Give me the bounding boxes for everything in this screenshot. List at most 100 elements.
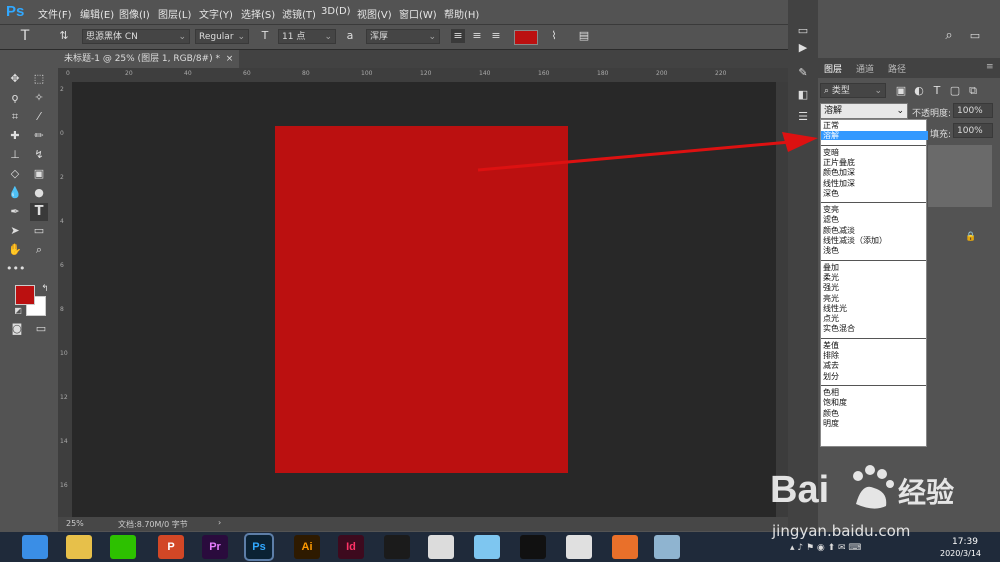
text-color-swatch[interactable] bbox=[514, 30, 538, 45]
swap-colors-icon[interactable]: ↰ bbox=[36, 280, 54, 298]
chrome-icon[interactable] bbox=[566, 535, 592, 559]
menu-type[interactable]: 文字(Y) bbox=[199, 6, 233, 21]
tab-paths[interactable]: 路径 bbox=[888, 62, 906, 75]
video-icon[interactable] bbox=[384, 535, 410, 559]
menu-layer[interactable]: 图层(L) bbox=[158, 6, 191, 21]
blend-option[interactable]: 实色混合 bbox=[823, 324, 855, 333]
healing-brush-icon[interactable]: ✚ bbox=[6, 127, 24, 145]
fox-icon[interactable] bbox=[612, 535, 638, 559]
blend-option[interactable]: 饱和度 bbox=[823, 398, 847, 407]
history-brush-icon[interactable]: ↯ bbox=[30, 146, 48, 164]
photoshop-icon[interactable]: Ps bbox=[244, 533, 274, 561]
foreground-color-swatch[interactable] bbox=[15, 285, 35, 305]
wechat-icon[interactable] bbox=[110, 535, 136, 559]
qq-icon[interactable] bbox=[520, 535, 546, 559]
menu-select[interactable]: 选择(S) bbox=[241, 6, 275, 21]
rectangle-tool-icon[interactable]: ▭ bbox=[30, 222, 48, 240]
lock-icon[interactable]: 🔒 bbox=[962, 228, 980, 246]
type-tool-icon[interactable]: T bbox=[18, 29, 32, 43]
text-orientation-icon[interactable]: ⇅ bbox=[57, 29, 71, 43]
filter-pixel-icon[interactable]: ▣ bbox=[892, 82, 910, 100]
illustrator-icon[interactable]: Ai bbox=[294, 535, 320, 559]
filter-smart-icon[interactable]: ⧉ bbox=[964, 82, 982, 100]
folder-icon[interactable] bbox=[66, 535, 92, 559]
blend-option[interactable]: 颜色 bbox=[823, 409, 839, 418]
type-tool-icon[interactable]: T bbox=[30, 203, 48, 221]
filter-adjust-icon[interactable]: ◐ bbox=[910, 82, 928, 100]
blend-option[interactable]: 亮光 bbox=[823, 294, 839, 303]
zoom-tool-icon[interactable]: ⌕ bbox=[30, 241, 48, 259]
misc-icon[interactable] bbox=[654, 535, 680, 559]
premiere-icon[interactable]: Pr bbox=[202, 535, 228, 559]
panel-menu-icon[interactable]: ≡ bbox=[986, 62, 994, 72]
blend-mode-select[interactable]: 溶解 ⌄ bbox=[820, 103, 908, 119]
gradient-tool-icon[interactable]: ▣ bbox=[30, 165, 48, 183]
opacity-field[interactable]: 100% bbox=[953, 103, 993, 118]
blend-option[interactable]: 色相 bbox=[823, 388, 839, 397]
close-icon[interactable]: × bbox=[226, 54, 234, 64]
blend-option[interactable]: 差值 bbox=[823, 341, 839, 350]
font-size-select[interactable]: 11 点 ⌄ bbox=[278, 29, 336, 44]
menu-image[interactable]: 图像(I) bbox=[119, 6, 150, 21]
align-right-icon[interactable]: ≡ bbox=[489, 29, 503, 43]
menu-view[interactable]: 视图(V) bbox=[357, 6, 392, 21]
blend-option[interactable]: 线性减淡（添加） bbox=[823, 236, 887, 245]
blend-option[interactable]: 强光 bbox=[823, 283, 839, 292]
blend-option[interactable]: 排除 bbox=[823, 351, 839, 360]
stamp-tool-icon[interactable]: ⊥ bbox=[6, 146, 24, 164]
more-tools-icon[interactable]: ••• bbox=[6, 260, 25, 278]
blend-option[interactable]: 减去 bbox=[823, 361, 839, 370]
properties-icon[interactable]: ▭ bbox=[794, 22, 812, 40]
blend-option[interactable]: 柔光 bbox=[823, 273, 839, 282]
play-icon[interactable]: ▶ bbox=[794, 39, 812, 57]
cloud-icon[interactable] bbox=[474, 535, 500, 559]
eraser-tool-icon[interactable]: ◇ bbox=[6, 165, 24, 183]
filter-shape-icon[interactable]: ▢ bbox=[946, 82, 964, 100]
filter-text-icon[interactable]: T bbox=[928, 82, 946, 100]
quick-mask-icon[interactable]: ◙ bbox=[8, 320, 26, 338]
blend-mode-dropdown[interactable]: 正常 溶解 变暗 正片叠底 颜色加深 线性加深 深色 变亮 滤色 颜色减淡 线性减淡（添加） 浅色 叠加… bbox=[820, 119, 928, 447]
crop-tool-icon[interactable]: ⌗ bbox=[6, 108, 24, 126]
font-family-select[interactable]: 思源黑体 CN ⌄ bbox=[82, 29, 190, 44]
adjustments-icon[interactable]: ◧ bbox=[794, 86, 812, 104]
eyedropper-icon[interactable]: ⁄ bbox=[30, 108, 48, 126]
search-icon[interactable]: ⌕ bbox=[940, 27, 958, 45]
app-icon[interactable] bbox=[428, 535, 454, 559]
lasso-tool-icon[interactable]: ϙ bbox=[6, 89, 24, 107]
blend-option[interactable]: 叠加 bbox=[823, 263, 839, 272]
screen-mode-icon[interactable]: ▭ bbox=[32, 320, 50, 338]
fill-field[interactable]: 100% bbox=[953, 123, 993, 138]
layer-row[interactable] bbox=[928, 145, 992, 207]
sliders-icon[interactable]: ☰ bbox=[794, 108, 812, 126]
align-center-icon[interactable]: ≡ bbox=[470, 29, 484, 43]
blend-option[interactable]: 点光 bbox=[823, 314, 839, 323]
hand-tool-icon[interactable]: ✋ bbox=[6, 241, 24, 259]
blend-option[interactable]: 溶解 bbox=[821, 131, 928, 141]
blend-option[interactable]: 正常 bbox=[823, 121, 839, 130]
zoom-level[interactable]: 25% bbox=[66, 519, 84, 528]
blend-option[interactable]: 明度 bbox=[823, 419, 839, 428]
move-tool-icon[interactable]: ✥ bbox=[6, 70, 24, 88]
menu-window[interactable]: 窗口(W) bbox=[399, 6, 437, 21]
font-style-select[interactable]: Regular ⌄ bbox=[195, 29, 249, 44]
document-tab[interactable]: 未标题-1 @ 25% (图层 1, RGB/8#) * × bbox=[58, 50, 240, 68]
dodge-tool-icon[interactable]: ● bbox=[30, 184, 48, 202]
menu-file[interactable]: 文件(F) bbox=[38, 6, 72, 21]
pen-tool-icon[interactable]: ✒ bbox=[6, 203, 24, 221]
path-select-icon[interactable]: ➤ bbox=[6, 222, 24, 240]
powerpoint-icon[interactable]: P bbox=[158, 535, 184, 559]
brush-tool-icon[interactable]: ✏ bbox=[30, 127, 48, 145]
menu-edit[interactable]: 编辑(E) bbox=[80, 6, 114, 21]
layer-filter-select[interactable]: ⌕ 类型 ⌄ bbox=[820, 83, 886, 98]
menu-filter[interactable]: 滤镜(T) bbox=[282, 6, 316, 21]
blend-option[interactable]: 变亮 bbox=[823, 205, 839, 214]
blur-tool-icon[interactable]: 💧 bbox=[6, 184, 24, 202]
blend-option[interactable]: 浅色 bbox=[823, 246, 839, 255]
blend-option[interactable]: 颜色减淡 bbox=[823, 226, 855, 235]
status-menu-arrow[interactable]: › bbox=[218, 518, 221, 527]
tray-icons[interactable]: ▴ ♪ ⚑ ◉ ⬆ ✉ ⌨ bbox=[790, 543, 861, 553]
browser-icon[interactable] bbox=[22, 535, 48, 559]
tab-layers[interactable]: 图层 bbox=[824, 62, 842, 75]
quick-select-icon[interactable]: ✧ bbox=[30, 89, 48, 107]
menu-3d[interactable]: 3D(D) bbox=[321, 6, 351, 17]
